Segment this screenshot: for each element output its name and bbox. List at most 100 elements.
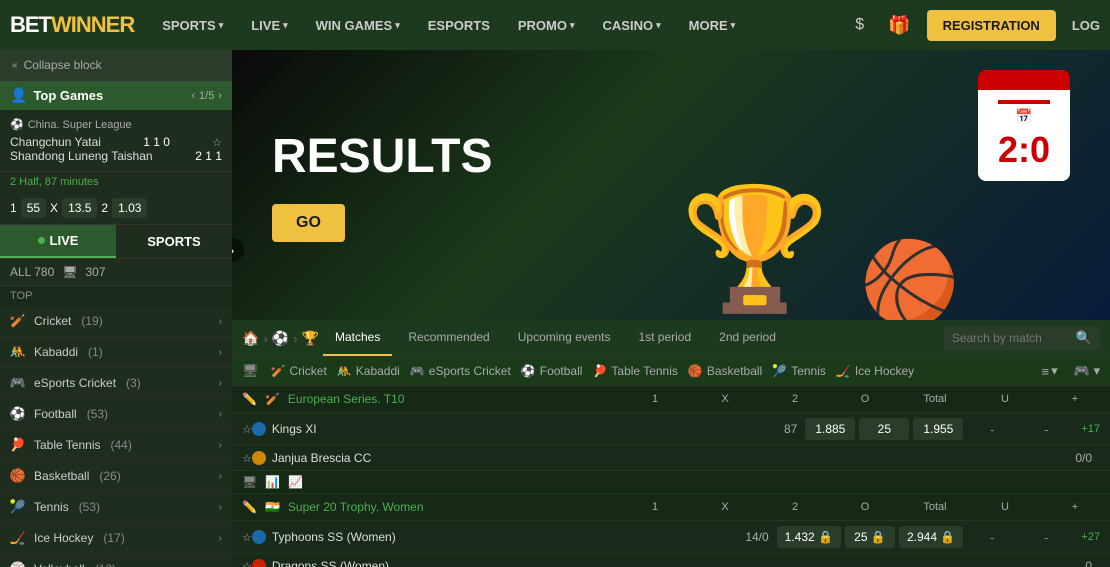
more-odds-button[interactable]: +17 bbox=[1081, 423, 1100, 435]
register-button[interactable]: REGISTRATION bbox=[927, 10, 1056, 41]
match-tab-2nd-period[interactable]: 2nd period bbox=[707, 320, 788, 356]
nav-esports[interactable]: ESPORTS bbox=[418, 18, 500, 33]
nav-sports[interactable]: SPORTS▾ bbox=[152, 18, 233, 33]
logo[interactable]: BETWINNER bbox=[10, 12, 134, 38]
tournament-name[interactable]: European Series. T10 bbox=[288, 392, 405, 406]
col-header: 2 bbox=[770, 501, 820, 513]
login-button[interactable]: LOG bbox=[1072, 18, 1100, 33]
sport-filter-cricket[interactable]: 🏏 Cricket bbox=[271, 364, 327, 378]
sport-name: Cricket bbox=[34, 314, 71, 328]
match-tab-recommended[interactable]: Recommended bbox=[396, 320, 501, 356]
match-tabs-bar: 🏠 › ⚽ › 🏆 MatchesRecommendedUpcoming eve… bbox=[232, 320, 1110, 357]
match-tab-upcoming-events[interactable]: Upcoming events bbox=[506, 320, 623, 356]
odds-row: 1 55 X 13.5 2 1.03 bbox=[0, 192, 232, 225]
gamepad-icon[interactable]: 🎮 ▾ bbox=[1074, 363, 1100, 379]
odds-2-value[interactable]: 1.03 bbox=[112, 198, 147, 218]
tournament-name[interactable]: Super 20 Trophy. Women bbox=[288, 500, 424, 514]
nav-win-games[interactable]: WIN GAMES▾ bbox=[306, 18, 410, 33]
search-bar[interactable]: 🔍 bbox=[944, 326, 1100, 350]
star-icon[interactable]: ☆ bbox=[242, 423, 252, 436]
col-header: U bbox=[980, 393, 1030, 405]
team-name: Janjua Brescia CC bbox=[272, 451, 1062, 465]
sidebar-sport-item-esports-cricket[interactable]: 🎮 eSports Cricket (3) › bbox=[0, 368, 232, 399]
odds-1-value[interactable]: 55 bbox=[21, 198, 46, 218]
odds-cell[interactable]: 25 bbox=[859, 418, 909, 440]
filter-sport-label: Table Tennis bbox=[611, 364, 678, 378]
sport-filter-ice-hockey[interactable]: 🏒 Ice Hockey bbox=[836, 364, 914, 378]
team-name: Typhoons SS (Women) bbox=[272, 530, 739, 544]
odds-cell[interactable]: 25 🔒 bbox=[845, 526, 895, 548]
sidebar-sport-item-cricket[interactable]: 🏏 Cricket (19) › bbox=[0, 306, 232, 337]
star-icon[interactable]: ☆ bbox=[242, 452, 252, 465]
odds-cell[interactable]: 1.432 🔒 bbox=[777, 526, 841, 548]
dollar-icon[interactable]: $ bbox=[847, 16, 872, 34]
sport-icon: 🏏 bbox=[265, 392, 280, 406]
sidebar-sport-item-tennis[interactable]: 🎾 Tennis (53) › bbox=[0, 492, 232, 523]
more-odds-button[interactable]: +27 bbox=[1081, 531, 1100, 543]
sport-icon: 🏓 bbox=[10, 437, 26, 453]
nav-promo[interactable]: PROMO▾ bbox=[508, 18, 585, 33]
filter-sport-label: Tennis bbox=[791, 364, 826, 378]
stats-icon[interactable]: 📈 bbox=[288, 475, 303, 489]
team-flag bbox=[252, 530, 266, 544]
nav-live[interactable]: LIVE▾ bbox=[241, 18, 297, 33]
screen-icon[interactable]: 🖥 bbox=[242, 475, 257, 489]
star-icon[interactable]: ☆ bbox=[242, 560, 252, 567]
star-icon[interactable]: ☆ bbox=[212, 136, 222, 149]
sport-filter-tennis[interactable]: 🎾 Tennis bbox=[772, 364, 826, 378]
col-header: + bbox=[1050, 393, 1100, 405]
sport-name: Ice Hockey bbox=[34, 531, 93, 545]
nav-more[interactable]: MORE▾ bbox=[679, 18, 746, 33]
sport-left: 🏓 Table Tennis (44) bbox=[10, 437, 132, 453]
odds-cell[interactable]: 1.885 bbox=[805, 418, 855, 440]
chevron-down-icon: ▾ bbox=[219, 20, 224, 31]
search-input[interactable] bbox=[952, 331, 1072, 345]
prev-icon[interactable]: ‹ bbox=[191, 90, 195, 102]
sport-icon: 🏏 bbox=[10, 313, 26, 329]
sport-filter-football[interactable]: ⚽ Football bbox=[521, 364, 583, 378]
live-tab[interactable]: LIVE bbox=[0, 225, 116, 258]
filter-more-button[interactable]: ≡ ▾ bbox=[1042, 363, 1058, 379]
odds-cell[interactable]: 2.944 🔒 bbox=[899, 526, 963, 548]
match-tab-matches[interactable]: Matches bbox=[323, 320, 392, 356]
top-games-nav[interactable]: ‹ 1/5 › bbox=[191, 90, 222, 102]
star-icon[interactable]: ☆ bbox=[242, 531, 252, 544]
home-icon[interactable]: 🏠 bbox=[242, 330, 259, 347]
breadcrumb-chevron2: › bbox=[293, 331, 297, 346]
sport-filter-basketball[interactable]: 🏀 Basketball bbox=[688, 364, 762, 378]
match-tab-1st-period[interactable]: 1st period bbox=[626, 320, 703, 356]
lock-icon: 🔒 bbox=[818, 530, 833, 544]
odds-cell[interactable]: 1.955 bbox=[913, 418, 963, 440]
nav-casino[interactable]: CASINO▾ bbox=[593, 18, 671, 33]
gift-icon[interactable]: 🎁 bbox=[880, 15, 918, 36]
sidebar-sport-item-ice-hockey[interactable]: 🏒 Ice Hockey (17) › bbox=[0, 523, 232, 554]
sidebar-sport-item-basketball[interactable]: 🏀 Basketball (26) › bbox=[0, 461, 232, 492]
next-icon[interactable]: › bbox=[218, 90, 222, 102]
collapse-block-button[interactable]: « Collapse block bbox=[0, 50, 232, 81]
go-button[interactable]: GO bbox=[272, 204, 345, 242]
sidebar-sport-item-table-tennis[interactable]: 🏓 Table Tennis (44) › bbox=[0, 430, 232, 461]
search-icon[interactable]: 🔍 bbox=[1076, 330, 1092, 346]
match-teams-2: Shandong Luneng Taishan 2 1 1 bbox=[10, 149, 222, 163]
sport-count: (44) bbox=[111, 438, 132, 452]
screen-icon[interactable]: 🖥 bbox=[242, 363, 259, 379]
sidebar-sport-item-football[interactable]: ⚽ Football (53) › bbox=[0, 399, 232, 430]
sport-filter-table-tennis[interactable]: 🏓 Table Tennis bbox=[592, 364, 677, 378]
filter-sport-icon: ⚽ bbox=[521, 364, 536, 378]
odds-group: 1.432 🔒 25 🔒 2.944 🔒 -- +27 bbox=[777, 526, 1100, 548]
team1-name: Changchun Yatai bbox=[10, 135, 101, 149]
banner: RESULTS GO 🏆 🏀 📅 2:0 bbox=[232, 50, 1110, 320]
sports-tab[interactable]: SPORTS bbox=[116, 225, 232, 258]
sidebar-sport-item-kabaddi[interactable]: 🤼 Kabaddi (1) › bbox=[0, 337, 232, 368]
sidebar-sport-item-volleyball[interactable]: 🏐 Volleyball (12) › bbox=[0, 554, 232, 567]
sports-breadcrumb-icon[interactable]: ⚽ bbox=[272, 330, 289, 347]
chart-icon[interactable]: 📊 bbox=[265, 475, 280, 489]
sport-filter-esports-cricket[interactable]: 🎮 eSports Cricket bbox=[410, 364, 511, 378]
sport-filter-kabaddi[interactable]: 🤼 Kabaddi bbox=[337, 364, 400, 378]
odds-x-value[interactable]: 13.5 bbox=[62, 198, 97, 218]
chevron-down-icon: › bbox=[219, 440, 222, 451]
odds-1-label: 1 bbox=[10, 201, 17, 215]
filter-sport-label: Cricket bbox=[289, 364, 326, 378]
trophy-breadcrumb-icon[interactable]: 🏆 bbox=[302, 330, 319, 347]
match-tabs-container: MatchesRecommendedUpcoming events1st per… bbox=[323, 320, 788, 356]
